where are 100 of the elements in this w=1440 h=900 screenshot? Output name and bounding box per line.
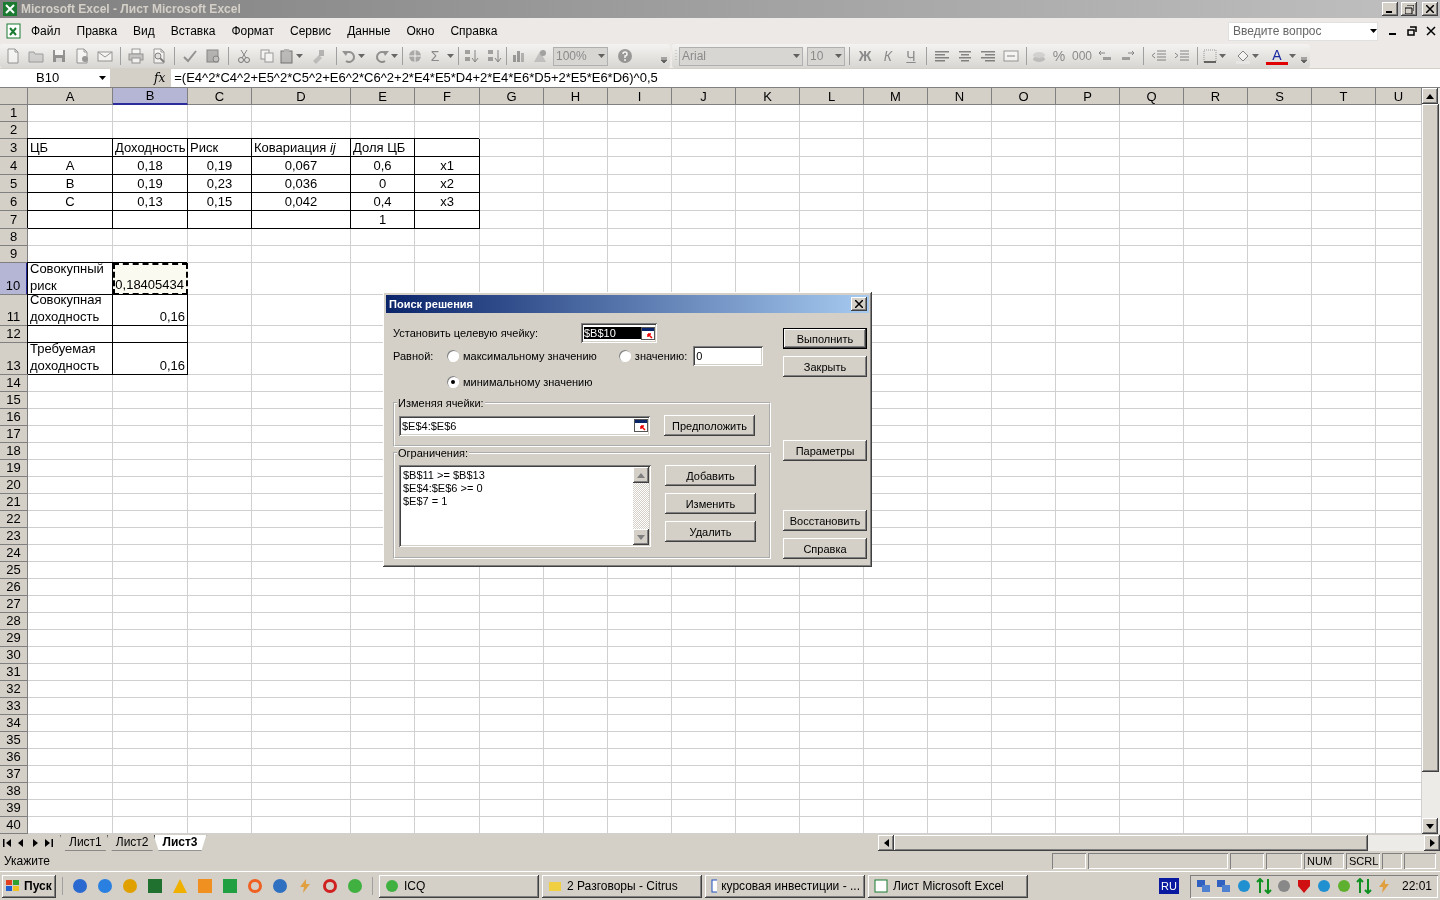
network-icon[interactable]: [1215, 878, 1232, 894]
sheet-cell[interactable]: 0,19: [113, 175, 188, 193]
column-header[interactable]: M: [864, 88, 928, 105]
sheet-cell[interactable]: x2: [415, 175, 480, 193]
sheet-cell[interactable]: B: [28, 175, 113, 193]
menu-item[interactable]: Вид: [126, 22, 162, 40]
sheet-cell[interactable]: Риск: [188, 139, 252, 157]
column-header[interactable]: K: [736, 88, 800, 105]
row-header[interactable]: 21: [0, 494, 28, 511]
sheet-cell[interactable]: 0,16: [113, 343, 188, 375]
sheet-cell[interactable]: Требуемая доходность: [28, 343, 113, 375]
sheet-cell[interactable]: 0,19: [188, 157, 252, 175]
row-header[interactable]: 22: [0, 511, 28, 528]
sheet-tab[interactable]: Лист3: [153, 834, 207, 851]
sheet-cell[interactable]: Доходность: [113, 139, 188, 157]
row-header[interactable]: 37: [0, 766, 28, 783]
row-header[interactable]: 18: [0, 443, 28, 460]
collapse-dialog-icon[interactable]: [641, 326, 655, 340]
ring-icon[interactable]: [247, 878, 263, 894]
row-header[interactable]: 36: [0, 749, 28, 766]
row-header[interactable]: 12: [0, 326, 28, 344]
column-header[interactable]: L: [800, 88, 864, 105]
row-header[interactable]: 15: [0, 392, 28, 409]
ring-icon[interactable]: [322, 878, 338, 894]
radio-option[interactable]: значению:: [618, 350, 688, 362]
taskbar-button[interactable]: 2 Разговоры - Citrus: [542, 874, 702, 898]
row-header[interactable]: 20: [0, 477, 28, 494]
column-header[interactable]: T: [1312, 88, 1376, 105]
shield-icon[interactable]: [1295, 878, 1312, 894]
sheet-cell[interactable]: 0,16: [113, 294, 188, 327]
row-header[interactable]: 24: [0, 545, 28, 562]
dialog-button[interactable]: Справка: [783, 538, 867, 559]
arrows-icon[interactable]: [1255, 878, 1272, 894]
scroll-up-icon[interactable]: [1426, 93, 1434, 99]
caret-icon[interactable]: [99, 75, 106, 80]
column-header[interactable]: O: [992, 88, 1056, 105]
dialog-button[interactable]: Добавить: [665, 465, 756, 486]
dialog-button[interactable]: Выполнить: [783, 328, 867, 349]
menu-item[interactable]: Формат: [224, 22, 282, 40]
close-button[interactable]: [1422, 2, 1438, 16]
radio-option[interactable]: максимальному значению: [447, 350, 597, 362]
sheet-cell[interactable]: ЦБ: [28, 139, 113, 157]
column-header[interactable]: R: [1184, 88, 1248, 105]
spreadsheet-icon[interactable]: [4, 23, 22, 39]
formula-field[interactable]: =(E4^2*C4^2+E5^2*C5^2+E6^2*C6^2+2*E4*E5*D4+2*E4*E6*D5+2*E5*E6*D6)^0,5: [171, 68, 1440, 87]
square-icon[interactable]: [222, 878, 238, 894]
arrows-icon[interactable]: [1355, 878, 1372, 894]
column-header[interactable]: B: [113, 88, 188, 105]
changing-cells-field[interactable]: $E$4:$E$6: [399, 415, 650, 436]
column-header[interactable]: F: [415, 88, 480, 105]
name-box[interactable]: B10: [0, 68, 110, 87]
constraint-item[interactable]: $E$4:$E$6 >= 0: [403, 482, 631, 495]
radio-option[interactable]: минимальному значению: [447, 376, 593, 388]
sheet-cell[interactable]: 0,042: [252, 193, 351, 211]
menu-item[interactable]: Справка: [443, 22, 505, 40]
column-header[interactable]: S: [1248, 88, 1312, 105]
menu-item[interactable]: Окно: [399, 22, 442, 40]
sheet-cell[interactable]: 0,6: [351, 157, 415, 175]
menu-item[interactable]: Вставка: [163, 22, 223, 40]
row-header[interactable]: 30: [0, 647, 28, 664]
row-header[interactable]: 35: [0, 732, 28, 749]
menu-item[interactable]: Данные: [340, 22, 398, 40]
sheet-cell[interactable]: C: [28, 193, 113, 211]
constraint-item[interactable]: $B$11 >= $B$13: [403, 469, 631, 482]
row-header[interactable]: 33: [0, 698, 28, 715]
column-header[interactable]: Q: [1120, 88, 1184, 105]
dialog-button[interactable]: Удалить: [665, 521, 756, 542]
dialog-button[interactable]: Закрыть: [783, 356, 867, 377]
row-header[interactable]: 8: [0, 229, 28, 246]
row-header[interactable]: 3: [0, 139, 28, 157]
row-header[interactable]: 16: [0, 409, 28, 426]
sheet-cell[interactable]: A: [28, 157, 113, 175]
row-header[interactable]: 7: [0, 211, 28, 229]
language-indicator[interactable]: RU: [1159, 878, 1179, 894]
dialog-button[interactable]: Изменить: [665, 493, 756, 514]
sheet-cell[interactable]: 0,18405434: [113, 263, 188, 295]
row-header[interactable]: 4: [0, 157, 28, 175]
row-header[interactable]: 25: [0, 562, 28, 579]
sheet-cell[interactable]: x3: [415, 193, 480, 211]
constraints-list[interactable]: $B$11 >= $B$13 $E$4:$E$6 >= 0 $E$7 = 1: [399, 465, 651, 547]
horizontal-scrollbar[interactable]: [878, 834, 1440, 851]
sheet-cell[interactable]: 0: [351, 175, 415, 193]
column-header[interactable]: P: [1056, 88, 1120, 105]
row-header[interactable]: 14: [0, 375, 28, 392]
row-header[interactable]: 10: [0, 263, 28, 295]
restore-icon[interactable]: [1406, 26, 1418, 36]
column-header[interactable]: C: [188, 88, 252, 105]
sheet-cell[interactable]: 0,036: [252, 175, 351, 193]
row-header[interactable]: 17: [0, 426, 28, 443]
network-icon[interactable]: [1195, 878, 1212, 894]
scroll-right-icon[interactable]: [1429, 838, 1435, 847]
first-sheet-icon[interactable]: [0, 836, 14, 849]
function-label[interactable]: fx: [154, 70, 166, 85]
row-header[interactable]: 5: [0, 175, 28, 193]
taskbar-button[interactable]: ICQ: [379, 874, 539, 898]
sheet-cell[interactable]: 0,23: [188, 175, 252, 193]
collapse-dialog-icon[interactable]: [634, 419, 648, 432]
row-header[interactable]: 40: [0, 817, 28, 834]
row-header[interactable]: 31: [0, 664, 28, 681]
sheet-cell[interactable]: 0,18: [113, 157, 188, 175]
